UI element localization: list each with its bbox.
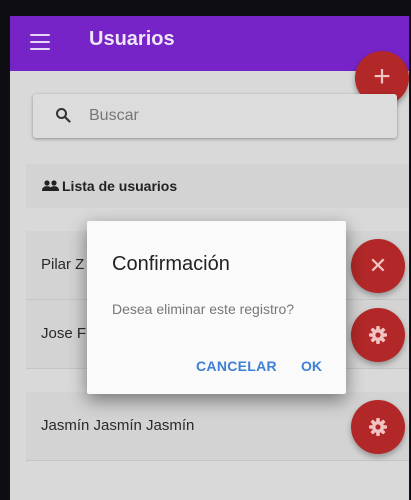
delete-button[interactable]: ✕ [351, 239, 405, 293]
search-icon [55, 107, 71, 128]
settings-button[interactable] [351, 400, 405, 454]
settings-button[interactable] [351, 308, 405, 362]
close-icon: ✕ [368, 253, 388, 278]
list-header-label: Lista de usuarios [62, 178, 178, 194]
search-input[interactable] [89, 104, 379, 128]
gear-icon [368, 417, 388, 442]
dialog-message: Desea eliminar este registro? [112, 301, 295, 317]
hamburger-menu-icon[interactable] [30, 34, 50, 50]
confirmation-dialog: Confirmación Desea eliminar este registr… [87, 221, 346, 394]
user-name: Pilar Z [41, 256, 85, 273]
list-header: Lista de usuarios [26, 164, 409, 208]
dialog-title: Confirmación [112, 253, 230, 275]
gear-icon [368, 325, 388, 350]
ok-button[interactable]: OK [301, 358, 322, 374]
app-bar: Usuarios [10, 16, 409, 71]
cancel-button[interactable]: CANCELAR [196, 358, 277, 374]
user-name: Jasmín Jasmín Jasmín [41, 417, 195, 434]
app-frame: Usuarios + Lista de usuarios Pilar Z ✕ [9, 16, 410, 500]
list-item[interactable]: Jasmín Jasmín Jasmín [26, 392, 409, 461]
user-name: Jose F [41, 325, 87, 342]
app-title: Usuarios [89, 28, 175, 50]
search-bar[interactable] [33, 94, 397, 138]
people-icon [42, 179, 59, 197]
plus-icon: + [373, 60, 391, 93]
